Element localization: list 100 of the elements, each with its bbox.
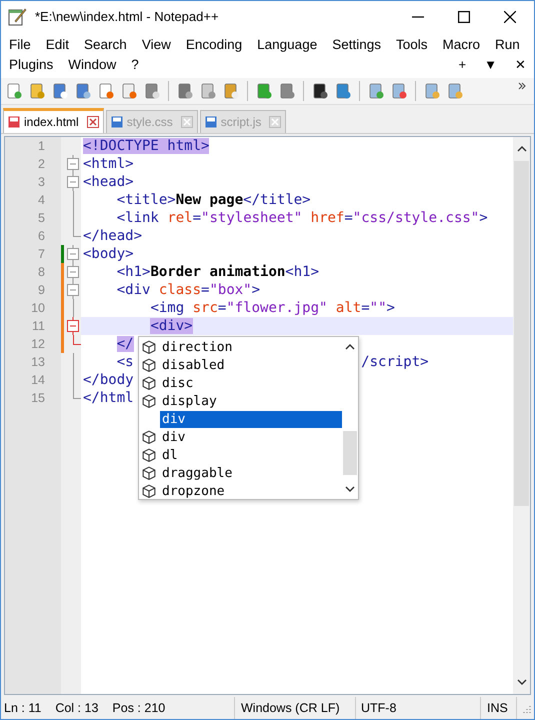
scroll-down-icon[interactable] (345, 486, 355, 492)
status-text: Pos : 210 (112, 701, 166, 715)
suggestion-item[interactable]: disc (160, 374, 342, 392)
code-token: /script> (361, 354, 429, 370)
menu-item[interactable]: Language (257, 36, 318, 52)
menu-item[interactable]: Settings (332, 36, 381, 52)
scroll-down-icon[interactable] (516, 679, 526, 685)
more-icon[interactable] (518, 82, 526, 90)
code-token: src (192, 300, 218, 316)
code-token: href (310, 210, 344, 226)
scrollbar[interactable] (513, 137, 530, 694)
code-token: "stylesheet" (201, 210, 302, 226)
menu-item[interactable]: ? (131, 56, 139, 72)
file-tab[interactable]: index.html (3, 108, 104, 133)
code-token: <h1> (116, 264, 150, 280)
suggestion-item[interactable]: dropzone (160, 482, 342, 500)
code-token: Border animation (150, 264, 286, 280)
suggestion-item[interactable]: draggable (160, 464, 342, 482)
suggestion-item[interactable]: dl (160, 446, 342, 464)
line-number: 6 (37, 229, 46, 243)
line-number: 3 (37, 175, 46, 189)
fold-toggle-icon[interactable] (65, 263, 81, 281)
code-token: </html (83, 390, 134, 406)
menu-item[interactable]: Run (495, 36, 520, 52)
code-token: </head> (83, 228, 142, 244)
fold-toggle-icon[interactable] (65, 245, 81, 263)
menu-item[interactable]: Search (84, 36, 127, 52)
code-token: "flower.jpg" (226, 300, 328, 316)
code-token: <html> (83, 156, 134, 172)
fold-toggle-icon[interactable] (65, 281, 81, 299)
menu-control[interactable]: + (458, 56, 466, 72)
scroll-thumb[interactable] (514, 161, 529, 506)
menu-item[interactable]: File (9, 36, 31, 52)
tab-label: style.css (126, 115, 173, 129)
code-token: class (158, 282, 202, 298)
menu-control[interactable]: ✕ (515, 56, 526, 72)
scroll-thumb[interactable] (343, 431, 357, 475)
tab-label: script.js (220, 115, 262, 129)
line-number: 5 (37, 211, 46, 225)
fold-toggle-icon[interactable] (65, 155, 81, 173)
status-text: INS (487, 701, 508, 715)
menu-item[interactable]: Encoding (186, 36, 242, 52)
close-icon[interactable] (504, 10, 516, 22)
code-token: </ (116, 336, 134, 352)
code-token: <img (150, 300, 184, 316)
code-token: <title> (116, 192, 176, 208)
menu-item[interactable]: View (142, 36, 171, 52)
line-number: 7 (37, 247, 46, 261)
menu-control[interactable]: ▼ (484, 56, 497, 72)
suggestion-item[interactable]: display (160, 392, 342, 410)
code-token: = (192, 210, 202, 226)
suggestion-item[interactable]: div (160, 428, 342, 446)
scroll-up-icon[interactable] (516, 146, 526, 152)
code-token: </title> (243, 192, 311, 208)
window-title: *E:\new\index.html - Notepad++ (35, 9, 219, 24)
code-token: <head> (83, 174, 134, 190)
scroll-up-icon[interactable] (345, 344, 355, 350)
code-token: <link (116, 210, 159, 226)
menu-item[interactable]: Plugins (9, 56, 54, 72)
code-token: <!DOCTYPE html> (83, 138, 210, 154)
code-token: = (344, 210, 353, 226)
line-number: 2 (37, 157, 46, 171)
line-number: 11 (31, 319, 46, 333)
close-tab-icon[interactable] (269, 116, 282, 128)
line-number: 8 (37, 265, 46, 279)
code-token: <div> (150, 318, 193, 334)
close-tab-icon[interactable] (86, 116, 99, 128)
tab-label: index.html (24, 115, 79, 129)
code-token: > (252, 282, 260, 298)
maximize-icon[interactable] (458, 10, 470, 22)
code-token: = (218, 300, 226, 316)
close-tab-icon[interactable] (180, 116, 193, 128)
code-token: <s (116, 354, 134, 370)
code-token: New page (176, 192, 244, 208)
menu-item[interactable]: Window (68, 56, 116, 72)
line-number: 14 (30, 373, 46, 387)
menu-item[interactable]: Edit (46, 36, 70, 52)
line-number: 13 (30, 355, 46, 369)
fold-toggle-icon[interactable] (65, 317, 81, 335)
code-token: <body> (83, 246, 134, 262)
line-number: 10 (30, 301, 46, 315)
code-token: > (386, 300, 395, 316)
suggestion-item[interactable]: div (160, 410, 342, 428)
code-token: "" (370, 300, 387, 316)
line-number: 1 (37, 139, 46, 153)
code-token: "css/style.css" (352, 210, 480, 226)
resize-grip-icon[interactable] (521, 703, 531, 713)
code-token: alt (336, 300, 362, 316)
code-token: "box" (209, 282, 252, 298)
menu-item[interactable]: Tools (396, 36, 428, 52)
fold-toggle-icon[interactable] (65, 173, 81, 191)
code-token: <h1> (285, 264, 320, 280)
suggestion-item[interactable]: disabled (160, 356, 342, 374)
code-token: > (479, 210, 488, 226)
suggestion-item[interactable]: direction (160, 338, 342, 356)
line-number: 9 (37, 283, 46, 297)
line-number: 15 (30, 391, 46, 405)
new-file-icon[interactable] (5, 82, 23, 100)
line-number: 4 (37, 193, 46, 207)
menu-item[interactable]: Macro (442, 36, 480, 52)
